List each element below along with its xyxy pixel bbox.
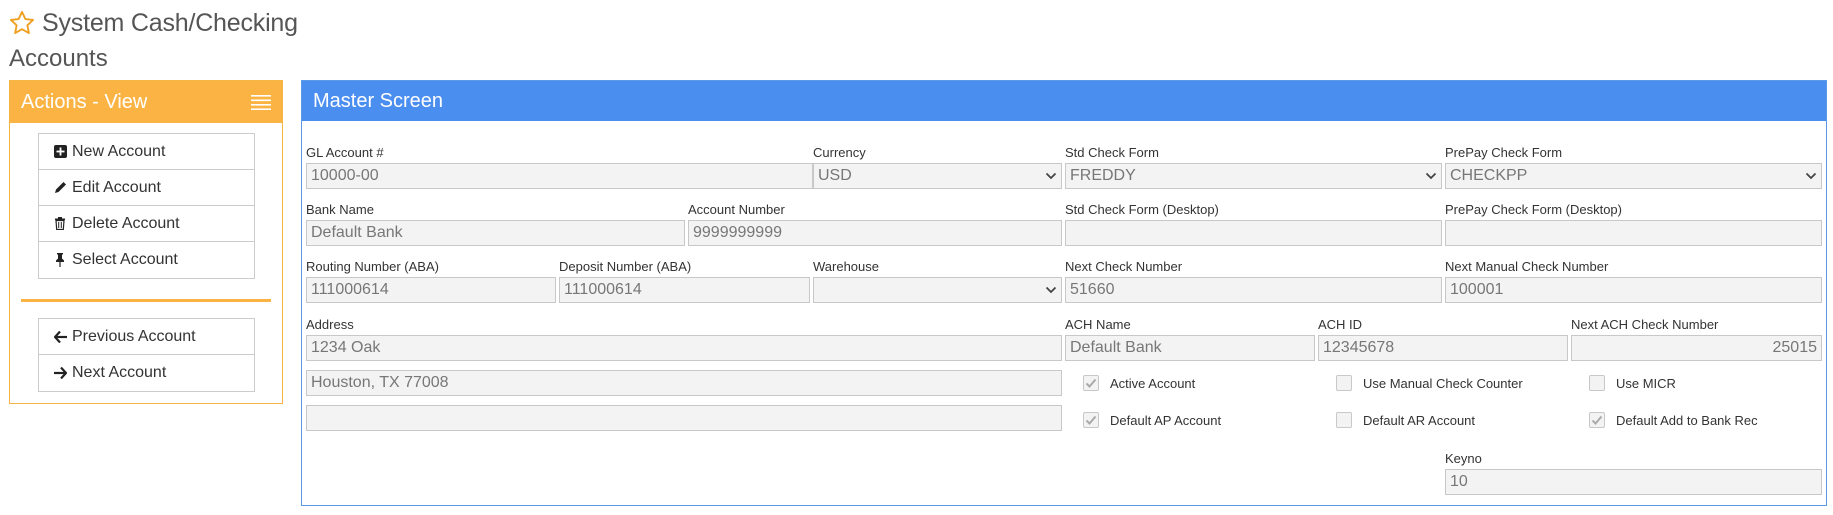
ach-name-field[interactable]: Default Bank — [1065, 335, 1315, 361]
next-account-label: Next Account — [72, 364, 167, 381]
bank-name-label: Bank Name — [306, 202, 374, 217]
currency-value: USD — [818, 167, 852, 184]
std-check-form-value: FREDDY — [1070, 167, 1136, 184]
chevron-down-icon — [1045, 172, 1057, 180]
chevron-down-icon — [1045, 286, 1057, 294]
default-ar-account-label: Default AR Account — [1363, 412, 1476, 428]
std-check-form-desktop-field[interactable] — [1065, 220, 1442, 246]
ach-id-field[interactable]: 12345678 — [1318, 335, 1568, 361]
deposit-number-field[interactable]: 111000614 — [559, 277, 810, 303]
checkbox-box[interactable] — [1589, 412, 1605, 428]
page-title-row: System Cash/Checking — [8, 4, 298, 42]
previous-account-button[interactable]: Previous Account — [39, 319, 254, 355]
prepay-check-form-value: CHECKPP — [1450, 167, 1528, 184]
master-header-title: Master Screen — [313, 89, 444, 112]
star-icon[interactable] — [8, 9, 36, 37]
keyno-field[interactable]: 10 — [1445, 469, 1822, 495]
std-check-form-desktop-label: Std Check Form (Desktop) — [1065, 202, 1219, 217]
checkbox-box[interactable] — [1336, 412, 1352, 428]
warehouse-select[interactable] — [813, 277, 1062, 303]
use-micr-label: Use MICR — [1616, 375, 1676, 391]
next-check-number-field[interactable]: 51660 — [1065, 277, 1442, 303]
master-header: Master Screen — [302, 81, 1826, 121]
next-manual-check-number-field[interactable]: 100001 — [1445, 277, 1822, 303]
pencil-icon — [53, 181, 67, 195]
default-add-to-bank-rec-label: Default Add to Bank Rec — [1616, 412, 1758, 428]
arrow-right-icon — [53, 366, 67, 380]
account-number-field[interactable]: 9999999999 — [688, 220, 1062, 246]
default-ap-account-label: Default AP Account — [1110, 412, 1222, 428]
master-panel: Master Screen GL Account # 10000-00 Curr… — [301, 80, 1827, 506]
select-account-button[interactable]: Select Account — [39, 242, 254, 278]
bank-name-field[interactable]: Default Bank — [306, 220, 685, 246]
address-line1-field[interactable]: 1234 Oak — [306, 335, 1062, 361]
prepay-check-form-desktop-field[interactable] — [1445, 220, 1822, 246]
new-account-label: New Account — [72, 142, 166, 160]
next-check-number-label: Next Check Number — [1065, 259, 1183, 274]
account-number-label: Account Number — [688, 202, 785, 217]
active-account-checkbox[interactable]: Active Account — [1083, 375, 1195, 391]
next-account-button[interactable]: Next Account — [39, 355, 254, 391]
actions-divider — [21, 299, 271, 302]
use-manual-check-counter-label: Use Manual Check Counter — [1363, 375, 1523, 391]
prepay-check-form-label: PrePay Check Form — [1445, 145, 1563, 160]
actions-header: Actions - View — [10, 81, 282, 123]
address-label: Address — [306, 317, 354, 332]
select-account-label: Select Account — [72, 251, 178, 268]
actions-panel: Actions - View New Account Edit Account … — [9, 80, 283, 404]
arrow-left-icon — [53, 330, 67, 344]
use-micr-checkbox[interactable]: Use MICR — [1589, 375, 1676, 391]
checkbox-box[interactable] — [1336, 375, 1352, 391]
menu-icon[interactable] — [251, 94, 271, 110]
currency-select[interactable]: USD — [813, 163, 1062, 189]
use-manual-check-counter-checkbox[interactable]: Use Manual Check Counter — [1336, 375, 1523, 391]
delete-account-button[interactable]: Delete Account — [39, 206, 254, 242]
deposit-number-label: Deposit Number (ABA) — [559, 259, 692, 274]
gl-account-field[interactable]: 10000-00 — [306, 163, 813, 189]
active-account-label: Active Account — [1110, 375, 1196, 391]
actions-header-title: Actions - View — [21, 90, 148, 113]
edit-account-label: Edit Account — [72, 178, 161, 196]
next-ach-check-number-field[interactable]: 25015 — [1571, 335, 1822, 361]
keyno-label: Keyno — [1445, 451, 1482, 466]
prepay-check-form-select[interactable]: CHECKPP — [1445, 163, 1822, 189]
std-check-form-label: Std Check Form — [1065, 145, 1159, 160]
ach-name-label: ACH Name — [1065, 317, 1131, 332]
edit-account-button[interactable]: Edit Account — [39, 170, 254, 206]
plus-square-icon — [53, 145, 67, 159]
gl-account-label: GL Account # — [306, 145, 384, 160]
std-check-form-select[interactable]: FREDDY — [1065, 163, 1442, 189]
next-manual-check-number-label: Next Manual Check Number — [1445, 259, 1609, 274]
address-line3-field[interactable] — [306, 405, 1062, 431]
warehouse-label: Warehouse — [813, 259, 879, 274]
routing-number-field[interactable]: 111000614 — [306, 277, 556, 303]
default-ap-account-checkbox[interactable]: Default AP Account — [1083, 412, 1221, 428]
prepay-check-form-desktop-label: PrePay Check Form (Desktop) — [1445, 202, 1622, 217]
checkbox-box[interactable] — [1589, 375, 1605, 391]
new-account-button[interactable]: New Account — [39, 134, 254, 170]
page-subtitle: Accounts — [9, 45, 108, 72]
chevron-down-icon — [1805, 172, 1817, 180]
delete-account-label: Delete Account — [72, 214, 180, 232]
navigation-actions-group: Previous Account Next Account — [38, 318, 255, 392]
routing-number-label: Routing Number (ABA) — [306, 259, 439, 274]
account-actions-group: New Account Edit Account Delete Account … — [38, 133, 255, 279]
address-line2-field[interactable]: Houston, TX 77008 — [306, 370, 1062, 396]
trash-icon — [53, 217, 67, 231]
checkbox-box[interactable] — [1083, 412, 1099, 428]
currency-label: Currency — [813, 145, 866, 160]
pin-icon — [53, 253, 67, 267]
page-title: System Cash/Checking — [42, 8, 298, 37]
default-ar-account-checkbox[interactable]: Default AR Account — [1336, 412, 1475, 428]
previous-account-label: Previous Account — [72, 327, 196, 345]
ach-id-label: ACH ID — [1318, 317, 1363, 332]
default-add-to-bank-rec-checkbox[interactable]: Default Add to Bank Rec — [1589, 412, 1758, 428]
next-ach-check-number-label: Next ACH Check Number — [1571, 317, 1719, 332]
chevron-down-icon — [1425, 172, 1437, 180]
checkbox-box[interactable] — [1083, 375, 1099, 391]
